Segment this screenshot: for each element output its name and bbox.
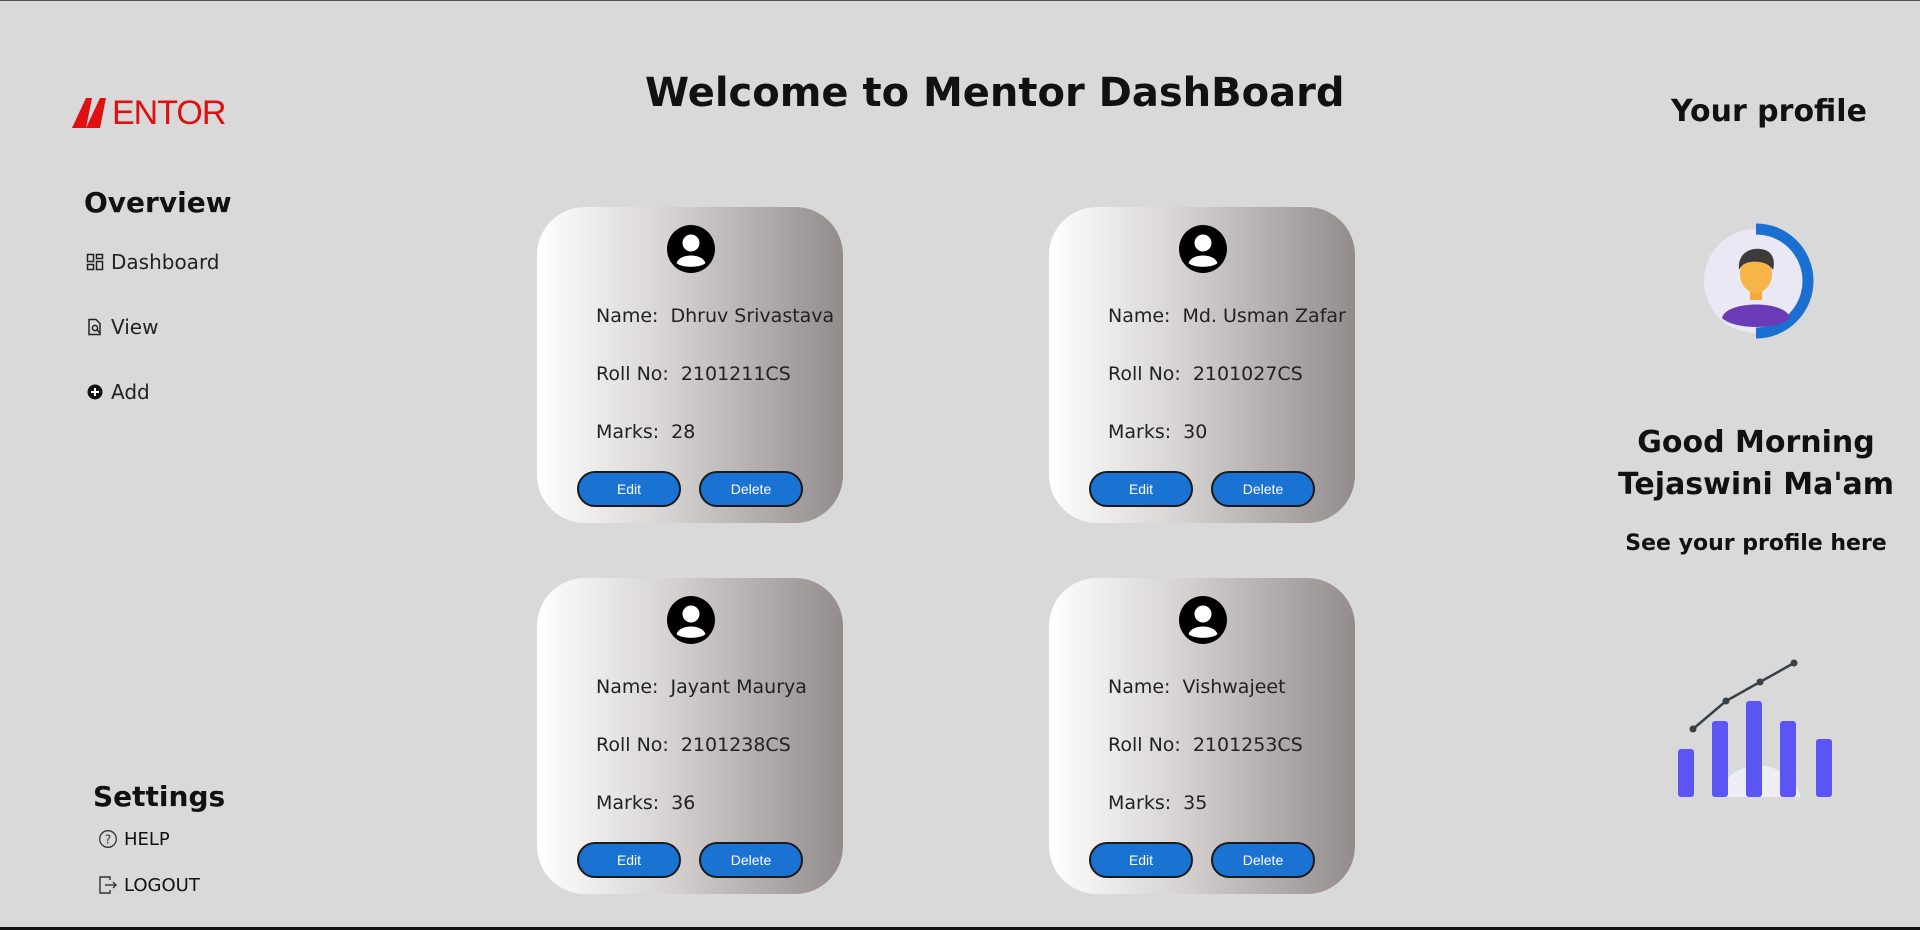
logout-link[interactable]: LOGOUT (98, 870, 200, 900)
student-name: Jayant Maurya (670, 676, 807, 698)
name-label: Name: (1108, 305, 1171, 327)
sidebar-nav: Dashboard View Add (86, 246, 220, 441)
edit-button[interactable]: Edit (577, 842, 681, 878)
student-card: Name: Vishwajeet Roll No: 2101253CS Marks:… (1049, 578, 1355, 894)
student-marks: 35 (1183, 792, 1208, 814)
sidebar-item-label: View (111, 315, 159, 339)
student-roll-row: Roll No: 2101253CS (1108, 734, 1303, 756)
help-circle-icon: ? (99, 830, 117, 848)
student-roll: 2101211CS (680, 363, 791, 385)
student-roll-row: Roll No: 2101238CS (596, 734, 791, 756)
greeting-text: Good Morning Tejaswini Ma'am (1594, 422, 1918, 506)
logo-text: ENTOR (112, 94, 226, 132)
user-avatar-icon (1179, 596, 1227, 644)
profile-heading: Your profile (1671, 94, 1867, 129)
profile-avatar (1704, 223, 1814, 339)
student-name-row: Name: Vishwajeet (1108, 676, 1286, 698)
stats-illustration (1678, 659, 1832, 797)
logout-icon (99, 876, 117, 894)
student-card: Name: Jayant Maurya Roll No: 2101238CS Mar… (537, 578, 843, 894)
student-name-row: Name: Dhruv Srivastava (596, 305, 834, 327)
settings-list: ? HELP LOGOUT (98, 824, 200, 916)
delete-button[interactable]: Delete (1211, 842, 1315, 878)
edit-button[interactable]: Edit (577, 471, 681, 507)
student-name: Vishwajeet (1182, 676, 1286, 698)
student-roll: 2101027CS (1192, 363, 1303, 385)
help-link[interactable]: ? HELP (98, 824, 200, 854)
sidebar-item-label: Add (111, 380, 150, 404)
settings-heading: Settings (93, 780, 226, 813)
name-label: Name: (1108, 676, 1171, 698)
user-avatar-icon (667, 225, 715, 273)
dashboard-grid-icon (86, 253, 104, 271)
delete-button[interactable]: Delete (1211, 471, 1315, 507)
roll-label: Roll No: (1108, 734, 1181, 756)
logo-mark-icon (72, 98, 106, 128)
delete-button[interactable]: Delete (699, 842, 803, 878)
window-top-border (0, 0, 1920, 1)
student-roll-row: Roll No: 2101211CS (596, 363, 791, 385)
svg-text:?: ? (105, 832, 111, 846)
sidebar-item-dashboard[interactable]: Dashboard (86, 246, 220, 278)
marks-label: Marks: (1108, 792, 1172, 814)
student-marks: 36 (671, 792, 696, 814)
student-marks-row: Marks: 35 (1108, 792, 1207, 814)
edit-button[interactable]: Edit (1089, 842, 1193, 878)
mentor-logo: ENTOR (72, 94, 226, 132)
student-name-row: Name: Md. Usman Zafar (1108, 305, 1346, 327)
see-profile-text: See your profile here (1625, 531, 1887, 556)
edit-button[interactable]: Edit (1089, 471, 1193, 507)
student-roll: 2101238CS (680, 734, 791, 756)
logout-label: LOGOUT (124, 874, 200, 896)
sidebar-item-view[interactable]: View (86, 311, 220, 343)
student-marks-row: Marks: 30 (1108, 421, 1207, 443)
roll-label: Roll No: (596, 734, 669, 756)
student-roll-row: Roll No: 2101027CS (1108, 363, 1303, 385)
student-card: Name: Md. Usman Zafar Roll No: 2101027CS M… (1049, 207, 1355, 523)
sidebar-item-add[interactable]: Add (86, 376, 220, 408)
marks-label: Marks: (596, 421, 660, 443)
plus-circle-icon (87, 384, 103, 400)
student-card: Name: Dhruv Srivastava Roll No: 2101211CS … (537, 207, 843, 523)
student-roll: 2101253CS (1192, 734, 1303, 756)
overview-heading: Overview (84, 186, 232, 219)
greeting-line-2: Tejaswini Ma'am (1617, 467, 1895, 502)
student-marks-row: Marks: 36 (596, 792, 695, 814)
greeting-line-1: Good Morning (1637, 425, 1875, 460)
document-search-icon (88, 318, 101, 336)
sidebar-item-label: Dashboard (111, 250, 220, 274)
roll-label: Roll No: (596, 363, 669, 385)
student-name: Dhruv Srivastava (670, 305, 835, 327)
marks-label: Marks: (1108, 421, 1172, 443)
student-marks-row: Marks: 28 (596, 421, 695, 443)
student-marks: 30 (1183, 421, 1208, 443)
roll-label: Roll No: (1108, 363, 1181, 385)
marks-label: Marks: (596, 792, 660, 814)
name-label: Name: (596, 676, 659, 698)
user-avatar-icon (667, 596, 715, 644)
delete-button[interactable]: Delete (699, 471, 803, 507)
student-marks: 28 (671, 421, 696, 443)
student-name-row: Name: Jayant Maurya (596, 676, 807, 698)
name-label: Name: (596, 305, 659, 327)
help-label: HELP (124, 828, 170, 850)
user-avatar-icon (1179, 225, 1227, 273)
student-name: Md. Usman Zafar (1182, 305, 1346, 327)
page-title: Welcome to Mentor DashBoard (645, 70, 1345, 116)
